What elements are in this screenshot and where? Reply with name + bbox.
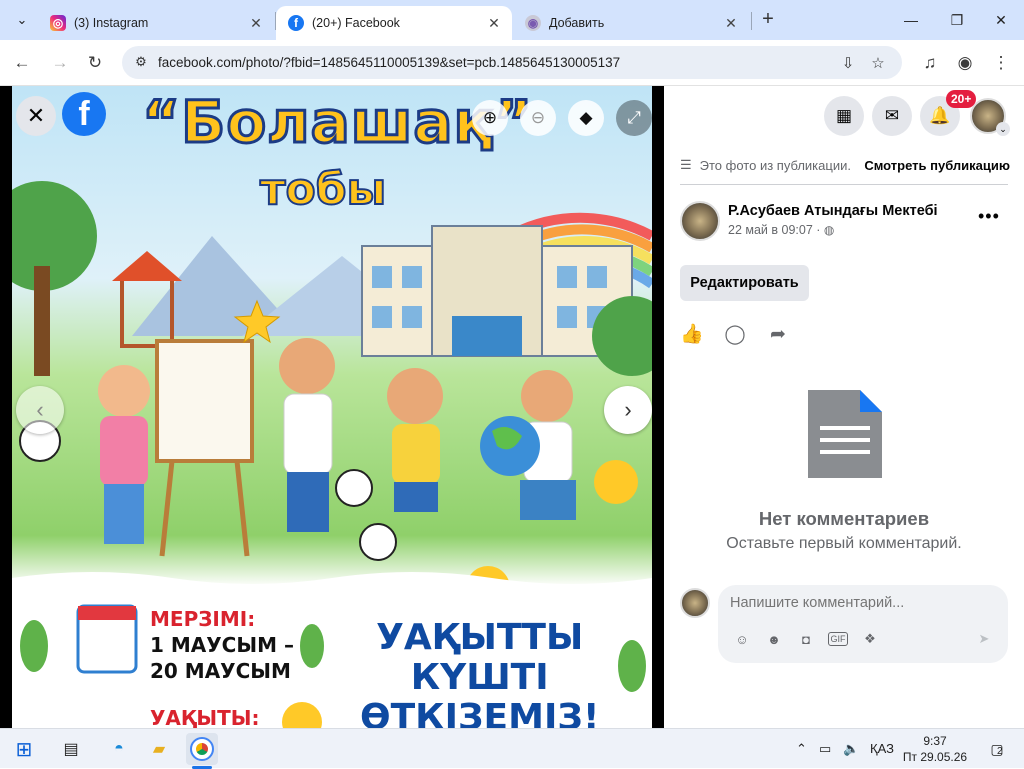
profile-icon[interactable]: ◉: [953, 51, 977, 75]
previous-photo-button[interactable]: ‹: [16, 386, 64, 434]
gif-icon[interactable]: GIF: [828, 632, 848, 646]
empty-document-icon: [808, 390, 882, 478]
browser-tab-strip: ⌄ ◎ (3) Instagram ✕ f (20+) Facebook ✕ ◉…: [0, 0, 1024, 40]
tab-title: (3) Instagram: [74, 16, 149, 30]
like-icon[interactable]: 👍: [680, 322, 704, 346]
media-control-icon[interactable]: ♫: [918, 51, 942, 75]
tab-search-button[interactable]: ⌄: [10, 8, 34, 32]
facebook-logo-icon[interactable]: f: [62, 92, 106, 136]
more-options-icon[interactable]: •••: [978, 206, 1000, 227]
bookmark-star-icon[interactable]: ☆: [868, 53, 888, 73]
back-button[interactable]: ←: [10, 51, 34, 75]
poster-slogan-line1: УАҚЫТТЫ: [376, 617, 584, 658]
post-notice-icon: ☰: [680, 157, 692, 172]
file-explorer-icon[interactable]: ▰: [146, 736, 172, 762]
tab-title: Добавить: [549, 16, 605, 30]
forward-button[interactable]: →: [48, 51, 72, 75]
edge-browser-icon[interactable]: ◓: [106, 736, 132, 762]
reload-button[interactable]: ↻: [83, 51, 107, 75]
poster-slogan-line3: ӨТКІЗЕМІЗ!: [360, 697, 600, 729]
system-clock[interactable]: 9:37 Пт 29.05.26: [900, 733, 970, 765]
windows-taskbar: ⊞ ▤ ◓ ▰ ⌃ ▭ 🔈 ҚАЗ 9:37 Пт 29.05.26 ▢ 2: [0, 728, 1024, 769]
clock-time: 9:37: [923, 734, 947, 748]
commenter-avatar[interactable]: [680, 588, 710, 618]
tab-separator: [751, 12, 752, 30]
account-chevron-icon[interactable]: ⌄: [996, 122, 1010, 136]
notifications-badge: 20+: [946, 90, 977, 108]
next-photo-button[interactable]: ›: [604, 386, 652, 434]
poster-slogan-line2: КҮШТІ: [410, 657, 549, 698]
notification-count: 2: [997, 746, 1003, 757]
close-viewer-button[interactable]: ✕: [16, 96, 56, 136]
photo-image: “Болашақ” тобы МЕРЗІМІ: 1 МАУСЫМ – 20 МА…: [12, 86, 652, 728]
messenger-icon[interactable]: ✉: [872, 96, 912, 136]
close-tab-icon[interactable]: ✕: [721, 13, 741, 33]
globe-icon: ◉: [525, 15, 541, 31]
chrome-logo-icon: [190, 737, 214, 761]
language-indicator[interactable]: ҚАЗ: [870, 741, 894, 756]
tray-overflow-icon[interactable]: ⌃: [796, 741, 807, 757]
camera-icon[interactable]: ◘: [796, 629, 816, 649]
tab-instagram[interactable]: ◎ (3) Instagram ✕: [38, 6, 274, 40]
poster-slogan: УАҚЫТТЫ КҮШТІ ӨТКІЗЕМІЗ!: [360, 617, 600, 729]
network-icon[interactable]: ▭: [819, 741, 831, 757]
avatar-sticker-icon[interactable]: ☺: [732, 629, 752, 649]
address-bar[interactable]: ⚙ facebook.com/photo/?fbid=1485645110005…: [122, 46, 902, 79]
poster-deadline-line1: 1 МАУСЫМ –: [150, 633, 294, 657]
zoom-in-icon[interactable]: ⊕: [472, 100, 508, 136]
comment-composer: ☺ ☻ ◘ GIF ❖ ➤: [718, 585, 1008, 663]
post-notice-text: Это фото из публикации.: [699, 157, 851, 173]
restore-button[interactable]: ❐: [934, 6, 980, 34]
author-avatar[interactable]: [680, 201, 720, 241]
tag-icon[interactable]: ◆: [568, 100, 604, 136]
tab-title: (20+) Facebook: [312, 16, 400, 30]
instagram-icon: ◎: [50, 15, 66, 31]
comment-input[interactable]: [730, 595, 990, 611]
photo-viewer: “Болашақ” тобы МЕРЗІМІ: 1 МАУСЫМ – 20 МА…: [0, 86, 664, 728]
view-post-link[interactable]: Смотреть публикацию: [864, 158, 1010, 173]
menu-kebab-icon[interactable]: ⋮: [989, 51, 1013, 75]
tab-add[interactable]: ◉ Добавить ✕: [513, 6, 749, 40]
public-globe-icon: ◍: [823, 223, 835, 237]
close-tab-icon[interactable]: ✕: [246, 13, 266, 33]
emoji-icon[interactable]: ☻: [764, 629, 784, 649]
install-app-icon[interactable]: ⇩: [838, 53, 858, 73]
facebook-icon: f: [288, 15, 304, 31]
close-tab-icon[interactable]: ✕: [484, 13, 504, 33]
divider: [680, 184, 1008, 185]
no-comments-subtitle: Оставьте первый комментарий.: [726, 535, 962, 552]
edit-button[interactable]: Редактировать: [680, 265, 809, 301]
close-window-button[interactable]: ✕: [978, 6, 1024, 34]
volume-icon[interactable]: 🔈: [843, 741, 859, 757]
publication-notice: ☰ Это фото из публикации. Смотреть публи…: [680, 155, 1010, 175]
author-name[interactable]: Р.Асубаев Атындағы Мектебі: [728, 203, 938, 219]
post-date[interactable]: 22 май в 09:07 · ◍: [728, 223, 834, 237]
poster-deadline-line2: 20 МАУСЫМ: [150, 659, 291, 683]
share-icon[interactable]: ➦: [766, 322, 790, 346]
chrome-icon[interactable]: [186, 733, 218, 765]
menu-grid-icon[interactable]: ▦: [824, 96, 864, 136]
poster-deadline: МЕРЗІМІ: 1 МАУСЫМ – 20 МАУСЫМ: [150, 606, 294, 684]
site-info-icon[interactable]: ⚙: [132, 53, 150, 71]
url-text[interactable]: facebook.com/photo/?fbid=148564511000513…: [158, 55, 620, 70]
send-icon[interactable]: ➤: [974, 629, 994, 649]
start-windows-icon[interactable]: ⊞: [11, 736, 37, 762]
poster-time-label: УАҚЫТЫ:: [150, 706, 260, 728]
fullscreen-icon[interactable]: ⤢: [616, 100, 652, 136]
browser-toolbar: ← → ↻ ⚙ facebook.com/photo/?fbid=1485645…: [0, 40, 1024, 86]
comment-icon[interactable]: ◯: [723, 322, 747, 346]
minimize-button[interactable]: —: [888, 6, 934, 34]
clock-date: Пт 29.05.26: [902, 750, 968, 764]
zoom-out-icon[interactable]: ⊖: [520, 100, 556, 136]
poster-subtitle: тобы: [259, 163, 387, 216]
new-tab-button[interactable]: +: [757, 9, 779, 31]
poster-deadline-label: МЕРЗІМІ:: [150, 607, 256, 631]
task-view-icon[interactable]: ▤: [58, 736, 84, 762]
sticker-icon[interactable]: ❖: [860, 629, 880, 649]
tab-facebook[interactable]: f (20+) Facebook ✕: [276, 6, 512, 40]
no-comments-title: Нет комментариев: [758, 508, 930, 529]
post-date-text[interactable]: 22 май в 09:07 ·: [728, 223, 820, 237]
